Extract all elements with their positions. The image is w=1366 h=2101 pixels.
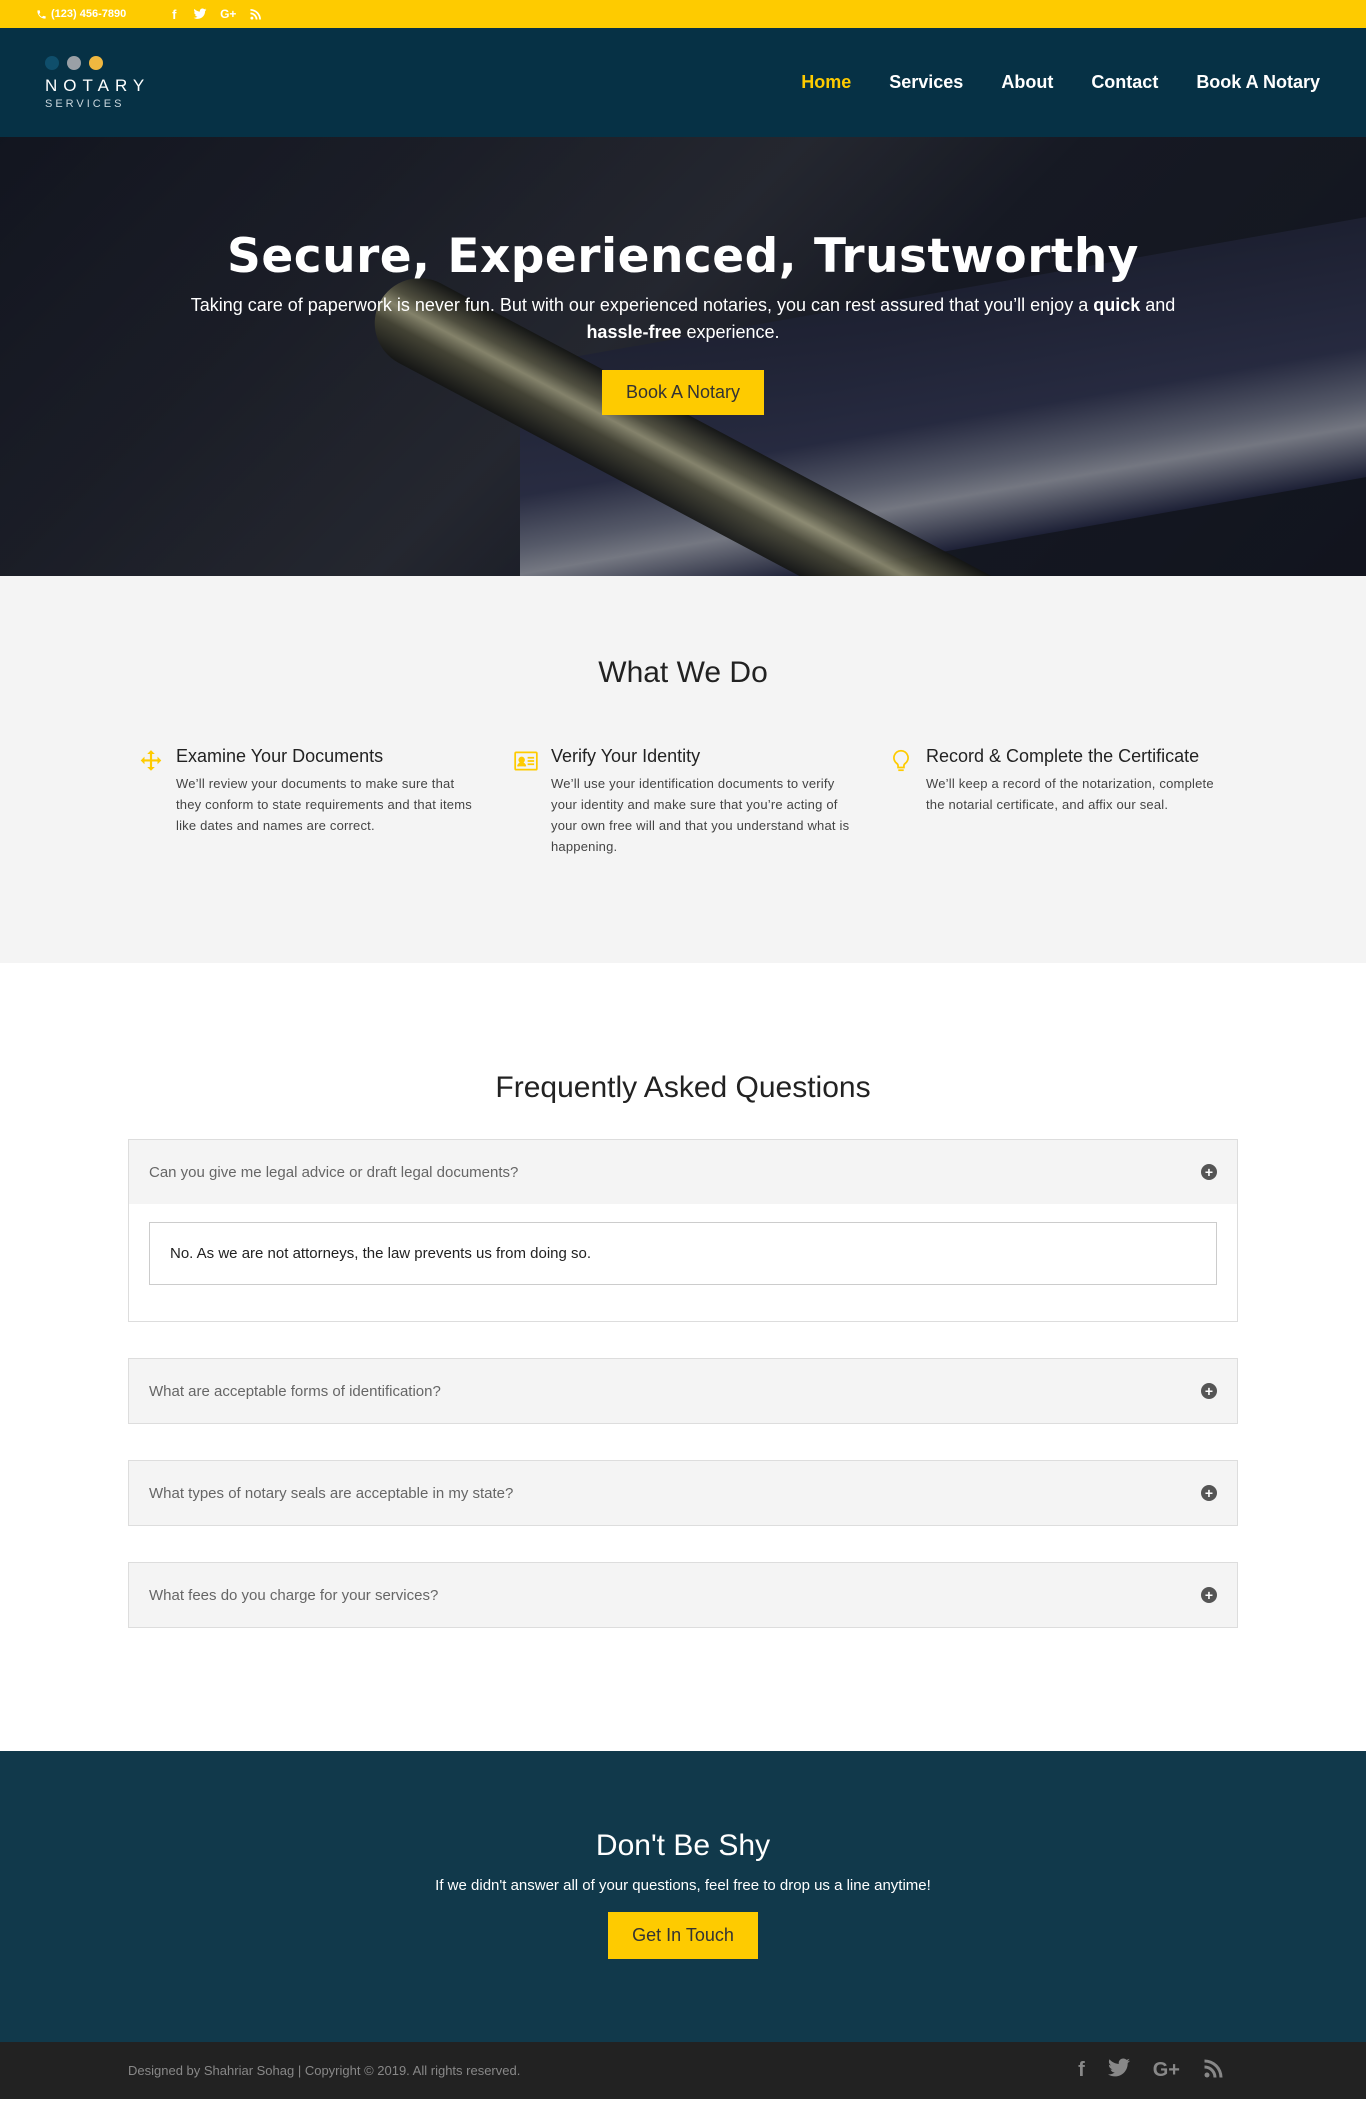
twitter-icon[interactable] xyxy=(192,6,208,22)
features-list: Examine Your Documents We’ll review your… xyxy=(138,746,1228,857)
feature-item: Examine Your Documents We’ll review your… xyxy=(138,746,478,857)
logo-dot xyxy=(45,55,59,70)
rss-icon[interactable] xyxy=(248,6,264,22)
faq-answer: No. As we are not attorneys, the law pre… xyxy=(149,1222,1217,1285)
hero-text-bold: hassle-free xyxy=(586,322,682,342)
id-card-icon xyxy=(513,748,539,857)
plus-circle-icon[interactable]: + xyxy=(1201,1485,1217,1501)
footer-social-links: f G+ xyxy=(1078,2056,1226,2086)
faq-item: What types of notary seals are acceptabl… xyxy=(128,1460,1238,1526)
google-plus-icon[interactable]: G+ xyxy=(1153,2059,1180,2082)
site-header: NOTARY SERVICES Home Services About Cont… xyxy=(0,28,1366,137)
logo[interactable]: NOTARY SERVICES xyxy=(45,55,151,110)
feature-text: We’ll review your documents to make sure… xyxy=(176,776,472,833)
cta-title: Don't Be Shy xyxy=(595,1829,771,1862)
faq-item: What are acceptable forms of identificat… xyxy=(128,1358,1238,1424)
nav-about[interactable]: About xyxy=(1001,72,1053,93)
what-we-do-title: What We Do xyxy=(598,656,768,689)
faq-question: Can you give me legal advice or draft le… xyxy=(149,1163,519,1181)
cta-text: If we didn't answer all of your question… xyxy=(435,1877,931,1894)
nav-contact[interactable]: Contact xyxy=(1091,72,1158,93)
phone-number[interactable]: (123) 456-7890 xyxy=(36,8,126,20)
feature-text: We’ll use your identification documents … xyxy=(551,776,850,854)
faq-question: What fees do you charge for your service… xyxy=(149,1586,439,1604)
logo-dots xyxy=(45,55,150,70)
book-notary-button[interactable]: Book A Notary xyxy=(601,370,765,415)
logo-dot xyxy=(89,55,103,70)
plus-circle-icon[interactable]: + xyxy=(1201,1587,1217,1603)
hero-text-part: Taking care of paperwork is never fun. B… xyxy=(190,295,1094,315)
phone-icon xyxy=(37,9,46,19)
faq-question: What types of notary seals are acceptabl… xyxy=(149,1484,514,1502)
logo-title: NOTARY xyxy=(45,75,151,95)
faq-item: What fees do you charge for your service… xyxy=(128,1562,1238,1628)
lightbulb-icon xyxy=(888,748,914,857)
facebook-icon[interactable]: f xyxy=(166,6,182,22)
faq-question-toggle[interactable]: What are acceptable forms of identificat… xyxy=(129,1359,1237,1423)
get-in-touch-button[interactable]: Get In Touch xyxy=(608,1912,758,1959)
nav-services[interactable]: Services xyxy=(889,72,963,93)
logo-subtitle: SERVICES xyxy=(45,97,125,110)
feature-title: Verify Your Identity xyxy=(551,746,701,766)
hero-title: Secure, Experienced, Trustworthy xyxy=(227,229,1139,284)
what-we-do-section: What We Do Examine Your Documents We’ll … xyxy=(0,576,1366,963)
nav-home[interactable]: Home xyxy=(801,72,851,93)
faq-question-toggle[interactable]: What types of notary seals are acceptabl… xyxy=(129,1461,1237,1525)
facebook-icon[interactable]: f xyxy=(1078,2059,1085,2082)
faq-title: Frequently Asked Questions xyxy=(495,1071,871,1104)
hero-text: Taking care of paperwork is never fun. B… xyxy=(188,292,1178,346)
faq-answer-panel: No. As we are not attorneys, the law pre… xyxy=(129,1204,1237,1321)
site-footer: Designed by Shahriar Sohag | Copyright ©… xyxy=(0,2042,1366,2099)
move-arrows-icon xyxy=(138,748,164,857)
feature-item: Record & Complete the Certificate We’ll … xyxy=(888,746,1228,857)
faq-section: Frequently Asked Questions Can you give … xyxy=(0,963,1366,1751)
top-social-links: f G+ xyxy=(166,6,264,22)
rss-icon[interactable] xyxy=(1202,2056,1226,2086)
feature-text: We’ll keep a record of the notarization,… xyxy=(926,776,1214,812)
hero-text-part: and xyxy=(1140,295,1176,315)
logo-dot xyxy=(67,55,81,70)
cta-section: Don't Be Shy If we didn't answer all of … xyxy=(0,1751,1366,2042)
faq-question: What are acceptable forms of identificat… xyxy=(149,1382,441,1400)
google-plus-icon[interactable]: G+ xyxy=(218,6,238,22)
copyright-text: Designed by Shahriar Sohag | Copyright ©… xyxy=(128,2063,521,2078)
main-nav: Home Services About Contact Book A Notar… xyxy=(801,72,1320,93)
faq-question-toggle[interactable]: What fees do you charge for your service… xyxy=(129,1563,1237,1627)
hero-text-part: experience. xyxy=(681,322,780,342)
faq-item: Can you give me legal advice or draft le… xyxy=(128,1139,1238,1322)
feature-title: Record & Complete the Certificate xyxy=(926,746,1200,766)
phone-text: (123) 456-7890 xyxy=(51,8,127,20)
hero-text-bold: quick xyxy=(1093,295,1141,315)
nav-book-a-notary[interactable]: Book A Notary xyxy=(1196,72,1320,93)
top-bar: (123) 456-7890 f G+ xyxy=(0,0,1366,28)
feature-item: Verify Your Identity We’ll use your iden… xyxy=(513,746,853,857)
faq-list: Can you give me legal advice or draft le… xyxy=(128,1139,1238,1628)
faq-question-toggle[interactable]: Can you give me legal advice or draft le… xyxy=(129,1140,1237,1204)
twitter-icon[interactable] xyxy=(1107,2056,1131,2086)
hero-content: Secure, Experienced, Trustworthy Taking … xyxy=(0,137,1366,415)
feature-title: Examine Your Documents xyxy=(176,746,384,766)
plus-circle-icon[interactable]: + xyxy=(1201,1164,1217,1180)
hero-section: Secure, Experienced, Trustworthy Taking … xyxy=(0,137,1366,576)
plus-circle-icon[interactable]: + xyxy=(1201,1383,1217,1399)
